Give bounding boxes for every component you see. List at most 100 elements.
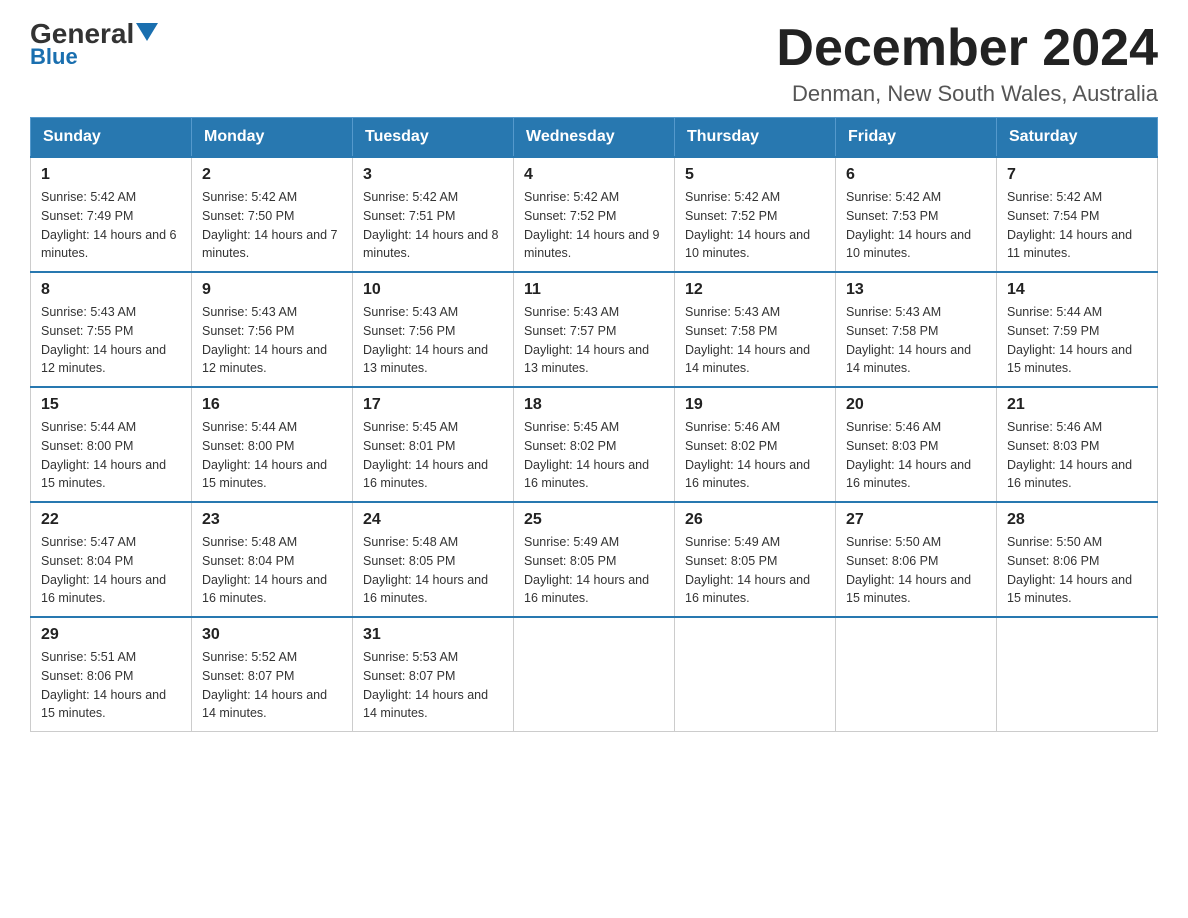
day-number: 24 (363, 511, 503, 529)
title-area: December 2024 Denman, New South Wales, A… (776, 20, 1158, 107)
calendar-cell: 28Sunrise: 5:50 AMSunset: 8:06 PMDayligh… (997, 502, 1158, 617)
day-number: 31 (363, 626, 503, 644)
day-number: 23 (202, 511, 342, 529)
day-number: 10 (363, 281, 503, 299)
day-number: 11 (524, 281, 664, 299)
calendar-cell: 10 Sunrise: 5:43 AMSunset: 7:56 PMDayligh… (353, 272, 514, 387)
weekday-header-thursday: Thursday (675, 118, 836, 158)
logo: General Blue (30, 20, 158, 70)
main-title: December 2024 (776, 20, 1158, 77)
calendar-cell: 25 Sunrise: 5:49 AMSunset: 8:05 PMDayligh… (514, 502, 675, 617)
calendar-cell: 16 Sunrise: 5:44 AMSunset: 8:00 PMDayligh… (192, 387, 353, 502)
day-number: 7 (1007, 166, 1147, 184)
calendar: SundayMondayTuesdayWednesdayThursdayFrid… (30, 117, 1158, 732)
day-info: Sunrise: 5:46 AMSunset: 8:03 PMDaylight:… (846, 418, 986, 493)
subtitle: Denman, New South Wales, Australia (776, 81, 1158, 107)
day-info: Sunrise: 5:43 AMSunset: 7:56 PMDaylight:… (202, 303, 342, 378)
weekday-header-wednesday: Wednesday (514, 118, 675, 158)
calendar-cell: 26 Sunrise: 5:49 AMSunset: 8:05 PMDayligh… (675, 502, 836, 617)
day-info: Sunrise: 5:43 AMSunset: 7:56 PMDaylight:… (363, 303, 503, 378)
day-info: Sunrise: 5:49 AMSunset: 8:05 PMDaylight:… (685, 533, 825, 608)
day-info: Sunrise: 5:49 AMSunset: 8:05 PMDaylight:… (524, 533, 664, 608)
calendar-cell: 31 Sunrise: 5:53 AMSunset: 8:07 PMDayligh… (353, 617, 514, 732)
calendar-cell (675, 617, 836, 732)
weekday-header-monday: Monday (192, 118, 353, 158)
day-info: Sunrise: 5:42 AMSunset: 7:52 PMDaylight:… (685, 188, 825, 263)
day-number: 1 (41, 166, 181, 184)
day-info: Sunrise: 5:50 AMSunset: 8:06 PMDaylight:… (846, 533, 986, 608)
day-number: 15 (41, 396, 181, 414)
calendar-cell: 1 Sunrise: 5:42 AMSunset: 7:49 PMDaylight… (31, 157, 192, 272)
day-info: Sunrise: 5:42 AMSunset: 7:54 PMDaylight:… (1007, 188, 1147, 263)
day-info: Sunrise: 5:42 AMSunset: 7:49 PMDaylight:… (41, 188, 181, 263)
calendar-cell: 8 Sunrise: 5:43 AMSunset: 7:55 PMDaylight… (31, 272, 192, 387)
weekday-header-friday: Friday (836, 118, 997, 158)
day-number: 5 (685, 166, 825, 184)
day-number: 27 (846, 511, 986, 529)
day-number: 20 (846, 396, 986, 414)
calendar-cell: 15 Sunrise: 5:44 AMSunset: 8:00 PMDayligh… (31, 387, 192, 502)
day-number: 16 (202, 396, 342, 414)
day-info: Sunrise: 5:47 AMSunset: 8:04 PMDaylight:… (41, 533, 181, 608)
day-info: Sunrise: 5:43 AMSunset: 7:55 PMDaylight:… (41, 303, 181, 378)
calendar-cell (514, 617, 675, 732)
day-info: Sunrise: 5:52 AMSunset: 8:07 PMDaylight:… (202, 648, 342, 723)
calendar-cell: 4 Sunrise: 5:42 AMSunset: 7:52 PMDaylight… (514, 157, 675, 272)
calendar-cell: 27 Sunrise: 5:50 AMSunset: 8:06 PMDayligh… (836, 502, 997, 617)
calendar-cell (836, 617, 997, 732)
day-info: Sunrise: 5:53 AMSunset: 8:07 PMDaylight:… (363, 648, 503, 723)
calendar-cell: 24Sunrise: 5:48 AMSunset: 8:05 PMDayligh… (353, 502, 514, 617)
calendar-cell: 30Sunrise: 5:52 AMSunset: 8:07 PMDayligh… (192, 617, 353, 732)
day-info: Sunrise: 5:45 AMSunset: 8:02 PMDaylight:… (524, 418, 664, 493)
day-info: Sunrise: 5:43 AMSunset: 7:58 PMDaylight:… (685, 303, 825, 378)
day-number: 25 (524, 511, 664, 529)
day-number: 3 (363, 166, 503, 184)
day-number: 29 (41, 626, 181, 644)
day-info: Sunrise: 5:42 AMSunset: 7:50 PMDaylight:… (202, 188, 342, 263)
header: General Blue December 2024 Denman, New S… (30, 20, 1158, 107)
day-info: Sunrise: 5:45 AMSunset: 8:01 PMDaylight:… (363, 418, 503, 493)
calendar-cell (997, 617, 1158, 732)
day-info: Sunrise: 5:46 AMSunset: 8:02 PMDaylight:… (685, 418, 825, 493)
calendar-cell: 13Sunrise: 5:43 AMSunset: 7:58 PMDayligh… (836, 272, 997, 387)
day-info: Sunrise: 5:42 AMSunset: 7:53 PMDaylight:… (846, 188, 986, 263)
calendar-cell: 6 Sunrise: 5:42 AMSunset: 7:53 PMDaylight… (836, 157, 997, 272)
day-info: Sunrise: 5:44 AMSunset: 8:00 PMDaylight:… (41, 418, 181, 493)
day-number: 26 (685, 511, 825, 529)
day-info: Sunrise: 5:43 AMSunset: 7:58 PMDaylight:… (846, 303, 986, 378)
calendar-cell: 7 Sunrise: 5:42 AMSunset: 7:54 PMDaylight… (997, 157, 1158, 272)
day-info: Sunrise: 5:50 AMSunset: 8:06 PMDaylight:… (1007, 533, 1147, 608)
day-number: 9 (202, 281, 342, 299)
day-info: Sunrise: 5:44 AMSunset: 8:00 PMDaylight:… (202, 418, 342, 493)
calendar-cell: 17Sunrise: 5:45 AMSunset: 8:01 PMDayligh… (353, 387, 514, 502)
weekday-header-sunday: Sunday (31, 118, 192, 158)
weekday-header-tuesday: Tuesday (353, 118, 514, 158)
logo-line2: Blue (30, 44, 78, 70)
day-number: 2 (202, 166, 342, 184)
week-row-3: 15 Sunrise: 5:44 AMSunset: 8:00 PMDayligh… (31, 387, 1158, 502)
day-number: 18 (524, 396, 664, 414)
calendar-cell: 19 Sunrise: 5:46 AMSunset: 8:02 PMDayligh… (675, 387, 836, 502)
calendar-cell: 2 Sunrise: 5:42 AMSunset: 7:50 PMDaylight… (192, 157, 353, 272)
day-info: Sunrise: 5:42 AMSunset: 7:52 PMDaylight:… (524, 188, 664, 263)
day-info: Sunrise: 5:42 AMSunset: 7:51 PMDaylight:… (363, 188, 503, 263)
day-number: 14 (1007, 281, 1147, 299)
calendar-cell: 20 Sunrise: 5:46 AMSunset: 8:03 PMDayligh… (836, 387, 997, 502)
page: General Blue December 2024 Denman, New S… (0, 0, 1188, 752)
day-info: Sunrise: 5:44 AMSunset: 7:59 PMDaylight:… (1007, 303, 1147, 378)
day-number: 8 (41, 281, 181, 299)
calendar-cell: 3 Sunrise: 5:42 AMSunset: 7:51 PMDaylight… (353, 157, 514, 272)
day-number: 19 (685, 396, 825, 414)
day-info: Sunrise: 5:46 AMSunset: 8:03 PMDaylight:… (1007, 418, 1147, 493)
logo-icon (136, 23, 158, 41)
calendar-cell: 9 Sunrise: 5:43 AMSunset: 7:56 PMDaylight… (192, 272, 353, 387)
calendar-cell: 5 Sunrise: 5:42 AMSunset: 7:52 PMDaylight… (675, 157, 836, 272)
calendar-cell: 21Sunrise: 5:46 AMSunset: 8:03 PMDayligh… (997, 387, 1158, 502)
day-info: Sunrise: 5:43 AMSunset: 7:57 PMDaylight:… (524, 303, 664, 378)
calendar-cell: 12Sunrise: 5:43 AMSunset: 7:58 PMDayligh… (675, 272, 836, 387)
calendar-cell: 11 Sunrise: 5:43 AMSunset: 7:57 PMDayligh… (514, 272, 675, 387)
day-number: 22 (41, 511, 181, 529)
day-number: 4 (524, 166, 664, 184)
day-info: Sunrise: 5:48 AMSunset: 8:04 PMDaylight:… (202, 533, 342, 608)
day-number: 6 (846, 166, 986, 184)
